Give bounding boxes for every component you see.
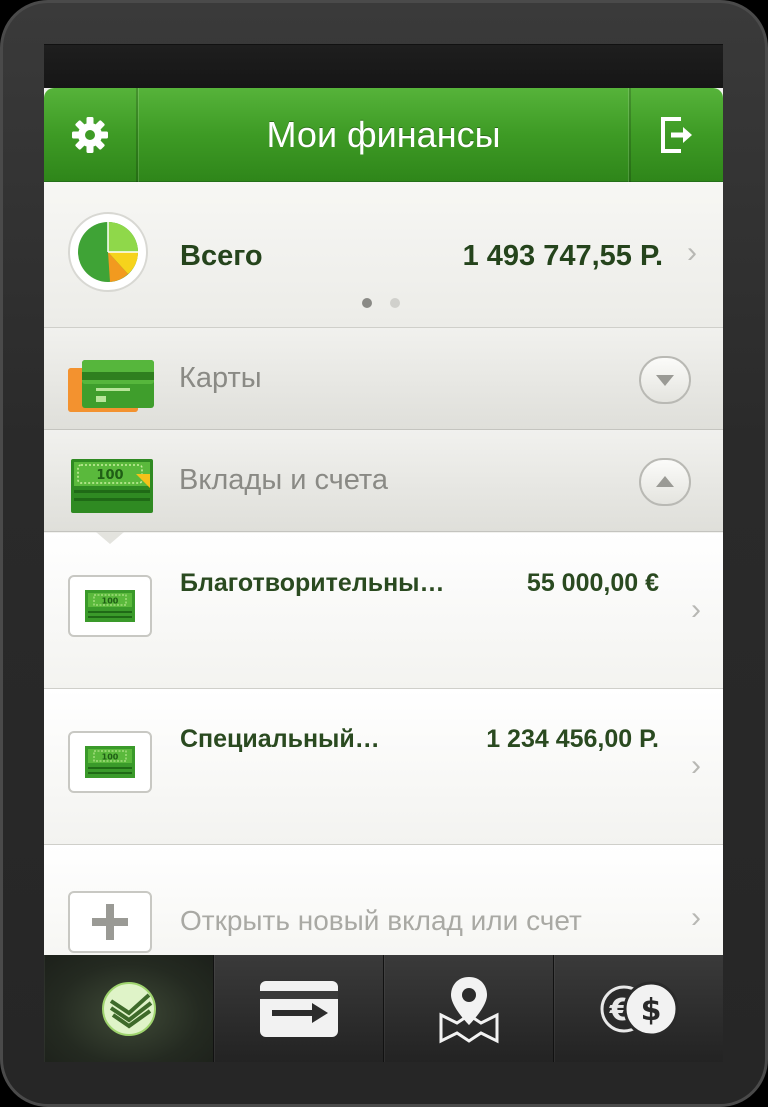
page-indicator bbox=[362, 298, 400, 308]
section-deposits-label: Вклады и счета bbox=[179, 464, 389, 496]
deposit-icon: 100 bbox=[68, 575, 152, 637]
svg-text:100: 100 bbox=[102, 753, 119, 762]
status-bar bbox=[44, 44, 723, 88]
map-pin-icon bbox=[439, 976, 498, 1043]
tab-bar: € $ bbox=[44, 955, 723, 1062]
currency-exchange-icon: € $ bbox=[600, 981, 678, 1036]
account-amount: 1 234 456,00 Р. bbox=[486, 725, 659, 753]
account-name: Специальный… bbox=[180, 725, 380, 753]
total-label: Всего bbox=[180, 240, 263, 272]
tab-currency[interactable]: € $ bbox=[554, 955, 723, 1062]
expand-button[interactable] bbox=[639, 356, 691, 404]
card-icon bbox=[68, 360, 154, 412]
svg-text:100: 100 bbox=[102, 597, 119, 606]
account-name: Благотворительны… bbox=[180, 569, 445, 597]
section-pointer bbox=[96, 532, 124, 544]
page-dot bbox=[390, 298, 400, 308]
page-dot-active bbox=[362, 298, 372, 308]
section-cards-label: Карты bbox=[179, 362, 262, 394]
open-new-account-row[interactable]: Открыть новый вклад или счет › bbox=[44, 845, 723, 955]
chevron-right-icon: › bbox=[687, 236, 697, 269]
collapse-button[interactable] bbox=[639, 458, 691, 506]
tab-map[interactable] bbox=[384, 955, 554, 1062]
chevron-up-icon bbox=[656, 476, 674, 487]
svg-text:$: $ bbox=[640, 993, 661, 1028]
logout-icon bbox=[661, 117, 692, 153]
total-balance-row[interactable]: Всего 1 493 747,55 Р. › bbox=[44, 182, 723, 328]
deposit-icon: 100 bbox=[68, 731, 152, 793]
chevron-down-icon bbox=[656, 375, 674, 386]
sberbank-logo-icon bbox=[101, 981, 156, 1036]
app-screen: Мои финансы Всего 1 493 747,55 Р. › Карт… bbox=[44, 88, 723, 1062]
portfolio-pie-icon bbox=[68, 212, 148, 292]
account-amount: 55 000,00 € bbox=[526, 569, 659, 597]
svg-text:100: 100 bbox=[96, 468, 123, 483]
nav-header: Мои финансы bbox=[44, 88, 723, 182]
tab-finances[interactable] bbox=[44, 955, 214, 1062]
chevron-right-icon: › bbox=[691, 901, 701, 934]
logout-button[interactable] bbox=[629, 88, 723, 182]
settings-button[interactable] bbox=[44, 88, 138, 182]
transfer-icon bbox=[259, 980, 338, 1037]
banknote-icon: 100 bbox=[71, 459, 153, 513]
open-new-label: Открыть новый вклад или счет bbox=[180, 905, 582, 936]
page-title: Мои финансы bbox=[266, 113, 501, 155]
add-button[interactable] bbox=[68, 891, 152, 953]
chevron-right-icon: › bbox=[691, 593, 701, 626]
plus-icon bbox=[92, 904, 128, 940]
tab-transfers[interactable] bbox=[214, 955, 384, 1062]
section-deposits[interactable]: 100 Вклады и счета bbox=[44, 430, 723, 532]
gear-icon bbox=[72, 117, 108, 153]
account-row[interactable]: 100 Специальный… 1 234 456,00 Р. › bbox=[44, 689, 723, 845]
chevron-right-icon: › bbox=[691, 749, 701, 782]
account-row[interactable]: 100 Благотворительны… 55 000,00 € › bbox=[44, 533, 723, 689]
section-cards[interactable]: Карты bbox=[44, 328, 723, 430]
total-value: 1 493 747,55 Р. bbox=[462, 240, 663, 272]
